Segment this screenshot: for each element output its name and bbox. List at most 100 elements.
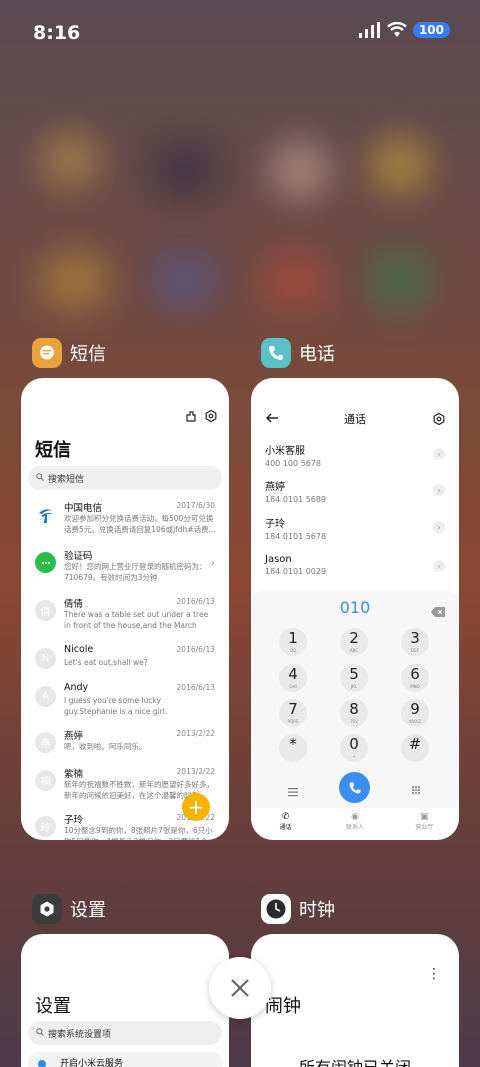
contact-number: 184 0101 5678 [265,532,327,541]
tab-contacts[interactable]: ◉ 联系人 [320,808,389,838]
page-title: 设置 [35,996,71,1017]
phone-icon: ✆ [281,812,290,822]
page-title: 闹钟 [265,996,301,1017]
search-input[interactable]: 搜索短信 [28,466,222,490]
person-icon: ◉ [351,812,359,822]
page-title: 短信 [35,440,71,461]
app-header-sms[interactable]: 短信 [32,338,106,368]
contact-name: 小米客服 [265,446,305,457]
message-preview: There was a table set out under a tree i… [64,610,209,630]
telecom-logo-icon [35,504,56,525]
avatar: 玲 [35,816,56,837]
more-options-icon[interactable]: ⋮ [427,966,441,982]
chevron-right-icon[interactable]: › [433,484,445,496]
sender-name: 燕婷 [64,731,84,742]
clear-all-button[interactable] [209,957,271,1019]
list-item[interactable]: 倩 倩倩 2016/6/13 There was a table set out… [21,596,229,644]
wallpaper-blob [150,250,220,310]
list-item[interactable]: 验证码 › 您好！您的网上营业厅登录的随机密码为：710679。有效时间为3分钟 [21,548,229,596]
sender-name: 子玲 [64,815,84,826]
message-icon [32,338,62,368]
avatar: A [35,686,56,707]
avatar: 燕 [35,732,56,753]
avatar: 倩 [35,600,56,621]
dial-key[interactable]: 1 QQ [279,628,307,656]
contact-item[interactable]: 小米客服 400 100 5678 › [265,442,445,476]
wifi-icon [387,22,407,37]
list-item[interactable]: 中国电信 2017/6/30 欢迎参加积分兑换话费活动，每500分可兑换话费5元… [21,500,229,548]
app-header-clock[interactable]: 时钟 [261,894,335,924]
clock-icon [261,894,291,924]
settings-app-card[interactable]: 设置 搜索系统设置项 开启小米云服务 [21,934,229,1067]
wallpaper-blob [150,140,220,200]
app-header-phone[interactable]: 电话 [261,338,335,368]
message-date: 2013/2/22 [176,729,215,738]
sender-name: 验证码 [64,551,93,562]
status-time: 8:16 [33,22,81,44]
tab-calls[interactable]: ✆ 通话 [251,808,320,838]
dial-key[interactable]: 3 DEF [401,628,429,656]
app-label: 电话 [299,344,335,365]
dial-key[interactable]: 8 TUV [340,699,368,727]
dialpad-grid-icon[interactable] [411,780,421,799]
battery-indicator: 100 [412,22,450,38]
dialed-number: 010 [339,598,371,617]
dial-key[interactable]: 6 MNO [401,664,429,692]
app-header-settings[interactable]: 设置 [32,894,106,924]
list-item[interactable]: 开启小米云服务 [28,1052,222,1067]
list-item[interactable]: A Andy 2016/6/13 I guess you're some luc… [21,682,229,730]
dial-key[interactable]: 9 WXYZ [401,699,429,727]
avatar: 楠 [35,770,56,791]
dial-key[interactable]: # [401,734,429,762]
chevron-right-icon[interactable]: › [433,521,445,533]
search-icon [36,1027,44,1039]
wallpaper-blob [40,250,110,310]
tab-service-hall[interactable]: ▣ 营业厅 [390,808,459,838]
message-preview: I guess you're some lucky guy.Stephanie … [64,696,168,716]
wallpaper-blob [370,250,430,310]
gear-icon[interactable] [433,410,445,429]
phone-app-card[interactable]: 通话 小米客服 400 100 5678 › 燕婷 184 0101 5689 … [251,378,459,840]
message-preview: Let's eat out,shall we? [64,658,148,667]
chevron-right-icon[interactable]: › [433,560,445,572]
backspace-icon[interactable] [431,602,445,621]
dial-key[interactable]: 5 JKL [340,664,368,692]
dial-key[interactable]: 7 PQRS [279,699,307,727]
signal-icon [358,22,380,38]
page-title: 通话 [344,413,366,426]
spam-icon[interactable] [185,410,197,426]
contact-item[interactable]: 子玲 184 0101 5678 › [265,515,445,549]
dial-key[interactable]: 2 ABC [340,628,368,656]
dial-key[interactable]: 4 GHI [279,664,307,692]
call-button[interactable] [339,772,370,803]
compose-button[interactable]: + [182,793,210,821]
chevron-right-icon[interactable]: › [433,448,445,460]
status-bar: 8:16 100 [0,0,480,68]
message-preview: 嗯，收到啦。阿乐同乐。 [64,742,147,751]
gear-icon[interactable] [205,409,217,426]
message-date: 2016/6/13 [176,683,215,692]
empty-state-message: 所有闹钟已关闭 [251,1054,459,1067]
sms-app-card[interactable]: 短信 搜索短信 中国电信 2017/6/30 欢迎参加积分兑换话费活动，每500… [21,378,229,840]
sender-name: 倩倩 [64,599,84,610]
app-label: 时钟 [299,900,335,921]
gear-icon [32,894,62,924]
menu-icon[interactable] [287,782,299,801]
contact-item[interactable]: Jason 184 0101 0029 › [265,554,445,588]
dial-key[interactable]: 0 + [340,734,368,762]
dial-key[interactable]: * [279,734,307,762]
app-label: 短信 [70,344,106,365]
search-input[interactable]: 搜索系统设置项 [28,1021,222,1045]
wallpaper-blob [270,140,330,200]
phone-icon [349,782,360,793]
message-date: 2016/6/13 [176,645,215,654]
contact-number: 184 0101 5689 [265,495,327,504]
contact-item[interactable]: 燕婷 184 0101 5689 › [265,478,445,512]
app-label: 设置 [70,900,106,921]
message-preview: 欢迎参加积分兑换话费活动，每500分可兑换话费5元。兑换话费请回复106或jfd… [64,514,216,534]
message-preview: 您好！您的网上营业厅登录的随机密码为：710679。有效时间为3分钟 [64,562,207,582]
clock-app-card[interactable]: ⋮ 闹钟 所有闹钟已关闭 [251,934,459,1067]
setting-label: 开启小米云服务 [60,1059,124,1067]
plus-icon: + [187,795,205,819]
avatar: N [35,648,56,669]
